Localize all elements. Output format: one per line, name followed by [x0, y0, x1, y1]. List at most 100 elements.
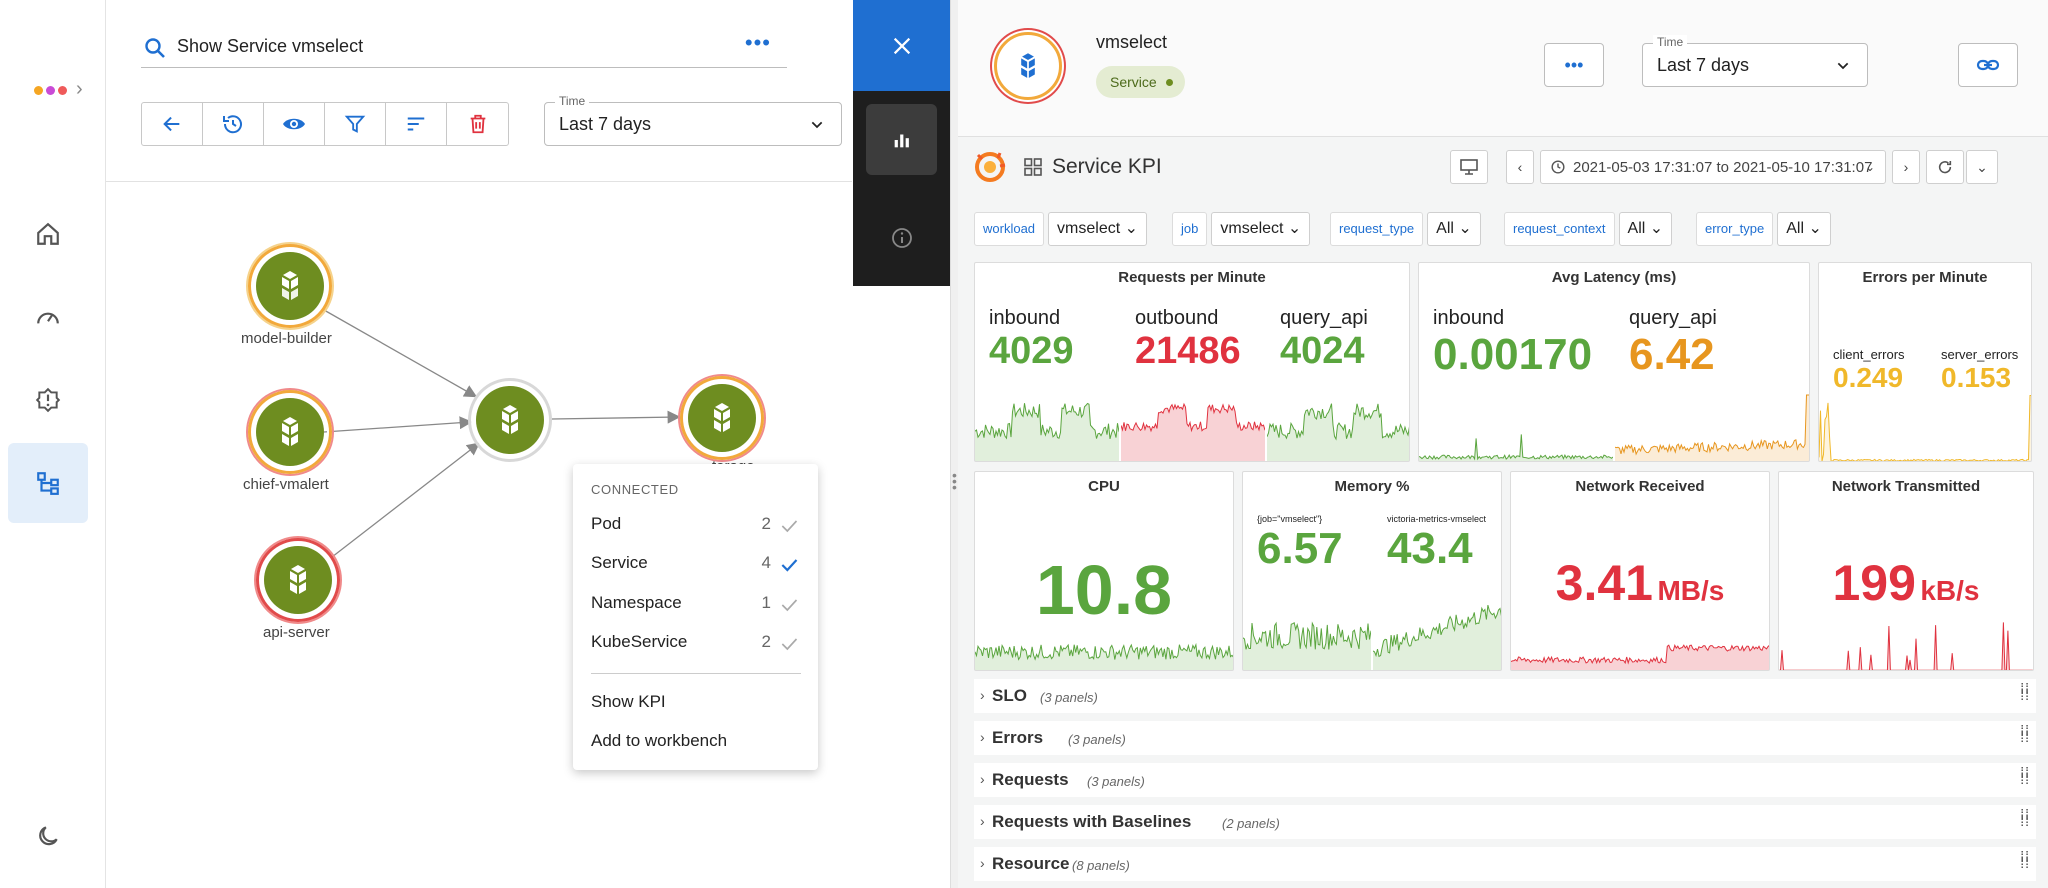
dashboard-gauge-icon[interactable] — [8, 278, 88, 358]
clock-icon — [1551, 160, 1565, 174]
row-title: Errors — [992, 728, 1044, 747]
time-value: Last 7 days — [559, 114, 652, 134]
time-value: Last 7 days — [1657, 55, 1750, 75]
node-vmselect[interactable] — [468, 378, 552, 462]
view-button[interactable] — [264, 103, 325, 145]
stat-query-api: query_api 6.42 — [1629, 307, 1717, 380]
refresh-button[interactable] — [1926, 150, 1964, 184]
time-back-button[interactable]: ‹ — [1506, 150, 1534, 184]
dark-mode-moon-icon[interactable] — [8, 806, 88, 866]
menu-item-pod[interactable]: Pod 2 — [591, 514, 801, 544]
var-value[interactable]: All ⌄ — [1427, 212, 1481, 246]
drag-handle-icon[interactable]: ⁞⁞ ⁞⁞ — [2020, 723, 2030, 744]
drag-handle-icon[interactable]: ⁞⁞ ⁞⁞ — [2020, 807, 2030, 828]
drag-handle-icon[interactable]: ⁞⁞ ⁞⁞ — [2020, 681, 2030, 702]
row-count: (3 panels) — [1040, 690, 1098, 705]
var-job[interactable]: job vmselect ⌄ — [1172, 212, 1311, 246]
node-api-server[interactable] — [256, 538, 340, 622]
chevron-down-icon — [1837, 62, 1849, 70]
row-errors[interactable]: › Errors (3 panels) ⁞⁞ ⁞⁞ — [974, 721, 2036, 755]
search-more-icon[interactable]: ••• — [745, 30, 771, 56]
var-value-text: vmselect — [1220, 220, 1284, 237]
service-name: vmselect — [1096, 32, 1168, 52]
sort-button[interactable] — [386, 103, 447, 145]
menu-item-kubeservice[interactable]: KubeService 2 — [591, 632, 801, 662]
menu-item-count: 4 — [761, 553, 771, 572]
time-range-select[interactable]: Time Last 7 days — [544, 94, 842, 146]
stat-inbound: inbound 4029 — [989, 307, 1074, 373]
topology-icon[interactable] — [8, 443, 88, 523]
more-icon: ••• — [1564, 54, 1584, 75]
var-label: job — [1172, 212, 1208, 246]
search-input[interactable]: Show Service vmselect ••• — [141, 28, 787, 68]
drag-handle-icon[interactable]: ⁞⁞ ⁞⁞ — [2020, 765, 2030, 786]
row-slo[interactable]: › SLO (3 panels) ⁞⁞ ⁞⁞ — [974, 679, 2036, 713]
panel-memory[interactable]: Memory % {job="vmselect"} 6.57 victoria-m… — [1242, 471, 1502, 671]
row-requests-with-baselines[interactable]: › Requests with Baselines (2 panels) ⁞⁞ ⁞⁞ — [974, 805, 2036, 839]
app-logo[interactable]: › — [34, 78, 88, 100]
tv-mode-button[interactable] — [1450, 150, 1488, 184]
dashboard-grid-icon — [1024, 158, 1042, 176]
delete-button[interactable] — [447, 103, 508, 145]
search-icon — [145, 38, 165, 58]
refresh-interval-button[interactable]: ⌄ — [1966, 150, 1998, 184]
var-request-context[interactable]: request_context All ⌄ — [1504, 212, 1673, 246]
panel-title: Requests per Minute — [1118, 269, 1266, 286]
panel-cpu[interactable]: CPU 10.8 — [974, 471, 1234, 671]
back-button[interactable] — [142, 103, 203, 145]
row-requests[interactable]: › Requests (3 panels) ⁞⁞ ⁞⁞ — [974, 763, 2036, 797]
more-options-button[interactable]: ••• — [1544, 43, 1604, 87]
time-range-picker[interactable]: 2021-05-03 17:31:07 to 2021-05-10 17:31:… — [1540, 150, 1886, 184]
chevron-left-icon: ‹ — [1517, 159, 1523, 175]
var-request-type[interactable]: request_type All ⌄ — [1330, 212, 1481, 246]
alert-icon[interactable] — [8, 360, 88, 440]
sparkline-area — [1267, 403, 1409, 461]
context-menu: CONNECTED Pod 2 Service 4 Namespace 1 Ku… — [573, 464, 818, 770]
link-icon — [1976, 59, 2000, 71]
home-icon[interactable] — [8, 194, 88, 274]
stat-value: 6.57 — [1257, 524, 1343, 573]
row-title: Requests with Baselines — [992, 812, 1192, 831]
row-resource[interactable]: › Resource (8 panels) ⁞⁞ ⁞⁞ — [974, 847, 2036, 881]
node-chief-vmalert[interactable] — [248, 390, 332, 474]
stat-value: 43.4 — [1387, 524, 1473, 573]
var-value[interactable]: vmselect ⌄ — [1211, 212, 1311, 246]
drag-handle-icon[interactable]: ⁞⁞ ⁞⁞ — [2020, 849, 2030, 870]
menu-item-show-kpi[interactable]: Show KPI — [591, 692, 801, 722]
sort-icon — [407, 117, 425, 131]
menu-item-add-to-workbench[interactable]: Add to workbench — [591, 731, 801, 761]
nav-rail: › — [0, 0, 106, 888]
kpi-chart-button[interactable] — [866, 104, 937, 175]
panel-network-transmitted[interactable]: Network Transmitted 199 kB/s — [1778, 471, 2034, 671]
stat-label: query_api — [1629, 307, 1717, 329]
panel-resize-handle[interactable]: • • • — [950, 0, 958, 888]
node-storage[interactable] — [680, 376, 764, 460]
menu-item-service[interactable]: Service 4 — [591, 553, 801, 583]
info-button[interactable] — [866, 202, 937, 273]
node-label: model-builder — [241, 330, 332, 347]
filter-button[interactable] — [325, 103, 386, 145]
var-value[interactable]: All ⌄ — [1618, 212, 1673, 246]
copy-link-button[interactable] — [1958, 43, 2018, 87]
node-model-builder[interactable] — [248, 244, 332, 328]
var-value[interactable]: vmselect ⌄ — [1048, 212, 1148, 246]
detail-time-select[interactable]: Time Last 7 days — [1642, 35, 1868, 87]
stat-query-api: query_api 4024 — [1280, 307, 1368, 373]
menu-item-label: Add to workbench — [591, 731, 728, 750]
var-workload[interactable]: workload vmselect ⌄ — [974, 212, 1148, 246]
var-error-type[interactable]: error_type All ⌄ — [1696, 212, 1831, 246]
panel-network-received[interactable]: Network Received 3.41 MB/s — [1510, 471, 1770, 671]
panel-avg-latency[interactable]: Avg Latency (ms) inbound 0.00170 query_ap… — [1418, 262, 1810, 462]
time-forward-button[interactable]: › — [1892, 150, 1920, 184]
panel-requests-per-minute[interactable]: Requests per Minute inbound 4029 outbound… — [974, 262, 1410, 462]
close-button[interactable] — [853, 0, 950, 91]
history-button[interactable] — [203, 103, 264, 145]
expand-chevron-icon[interactable]: › — [76, 78, 83, 101]
menu-item-namespace[interactable]: Namespace 1 — [591, 593, 801, 623]
row-title: Resource — [992, 854, 1070, 873]
cubes-icon — [282, 417, 298, 446]
var-value[interactable]: All ⌄ — [1777, 212, 1831, 246]
panel-errors-per-minute[interactable]: Errors per Minute client_errors 0.249 ser… — [1818, 262, 2032, 462]
var-label: request_type — [1330, 212, 1424, 246]
edge — [323, 309, 478, 398]
